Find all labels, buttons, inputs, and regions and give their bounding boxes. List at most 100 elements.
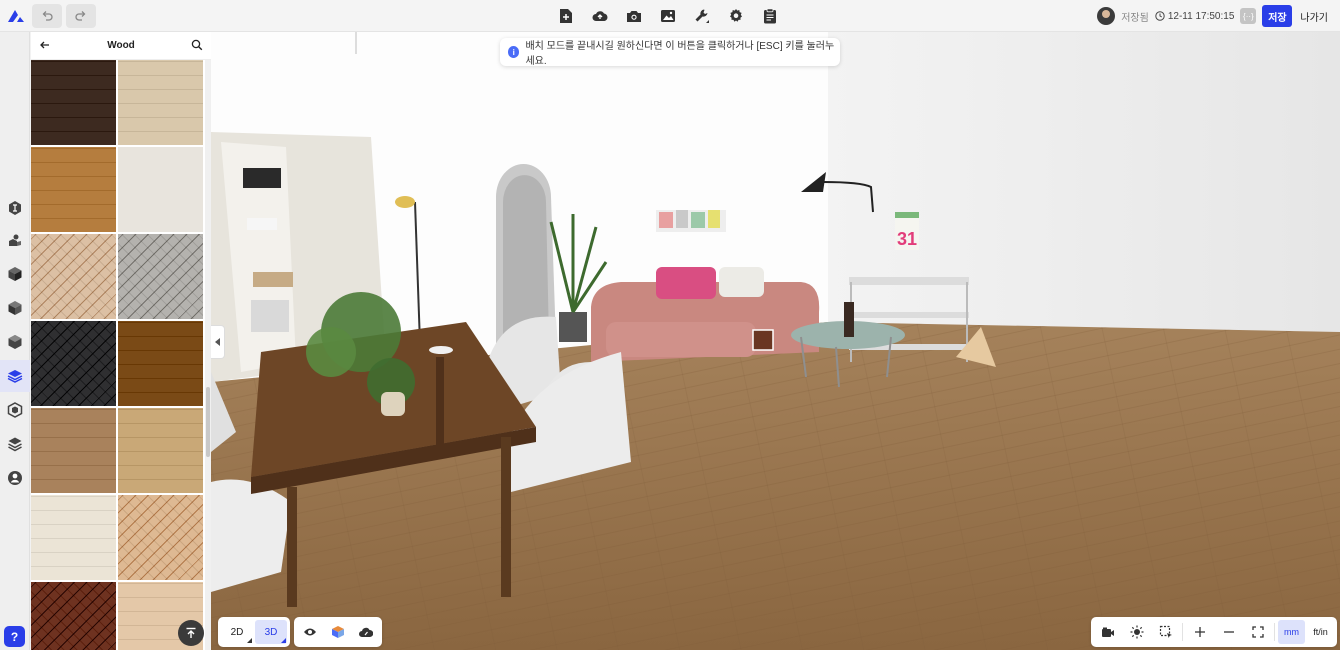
material-swatch[interactable] xyxy=(118,321,203,406)
screenshot-button[interactable] xyxy=(624,5,644,27)
render-mode-button[interactable] xyxy=(326,620,350,644)
cloud-upload-icon xyxy=(592,11,608,21)
cloud-upload-button[interactable] xyxy=(590,5,610,27)
help-button[interactable]: ? xyxy=(4,626,25,647)
top-right-group: 저장됨 12-11 17:50:15 {··} 저장 나가기 xyxy=(1097,4,1330,28)
redo-button[interactable] xyxy=(66,4,96,28)
material-swatch[interactable] xyxy=(118,147,203,232)
user-object-icon xyxy=(9,234,21,246)
chevron-left-icon xyxy=(214,338,220,346)
image-button[interactable] xyxy=(658,5,678,27)
box-icon xyxy=(8,267,22,281)
sun-icon xyxy=(1130,625,1144,639)
material-swatch[interactable] xyxy=(118,60,203,145)
cube-icon xyxy=(8,335,22,349)
new-file-button[interactable] xyxy=(556,5,576,27)
back-arrow-icon[interactable] xyxy=(39,39,51,51)
view-3d-label: 3D xyxy=(264,626,278,638)
material-grid xyxy=(31,60,204,650)
avatar[interactable] xyxy=(1097,7,1116,25)
clipboard-button[interactable] xyxy=(760,5,780,27)
save-button[interactable]: 저장 xyxy=(1262,5,1293,27)
box-alt-icon xyxy=(8,301,22,315)
sidebar-item-cube[interactable] xyxy=(5,332,25,352)
corner-indicator-icon xyxy=(281,638,286,643)
plus-icon xyxy=(1194,627,1205,637)
sidebar-item-box[interactable] xyxy=(5,264,25,284)
minus-icon xyxy=(1223,631,1234,633)
material-swatch[interactable] xyxy=(118,408,203,493)
material-swatch[interactable] xyxy=(31,147,116,232)
sidebar-item-user-object[interactable] xyxy=(5,230,25,250)
material-swatch[interactable] xyxy=(31,408,116,493)
material-swatch[interactable] xyxy=(31,321,116,406)
app-logo-icon[interactable] xyxy=(6,7,26,25)
settings-button[interactable] xyxy=(726,5,746,27)
camera-button[interactable] xyxy=(1094,620,1121,644)
wall-light-fixture[interactable] xyxy=(355,32,357,54)
unit-mm-button[interactable]: mm xyxy=(1278,620,1306,644)
lighting-mode-button[interactable] xyxy=(354,620,378,644)
sidebar-item-ai[interactable] xyxy=(5,198,25,218)
exit-button[interactable]: 나가기 xyxy=(1298,9,1330,24)
view-2d-button[interactable]: 2D xyxy=(221,620,253,644)
search-icon[interactable] xyxy=(191,39,203,51)
colored-cube-icon xyxy=(332,626,344,638)
zoom-in-button[interactable] xyxy=(1186,620,1213,644)
sidebar-item-person[interactable] xyxy=(5,468,25,488)
material-swatch[interactable] xyxy=(118,495,203,580)
placement-mode-toast[interactable]: i 배치 모드를 끝내시길 원하신다면 이 버튼을 클릭하거나 [ESC] 키를… xyxy=(500,38,840,67)
panel-header: Wood xyxy=(31,32,211,60)
panel-scrollbar-thumb[interactable] xyxy=(206,387,210,457)
zoom-out-button[interactable] xyxy=(1215,620,1242,644)
material-swatch[interactable] xyxy=(31,582,116,650)
undo-button[interactable] xyxy=(32,4,62,28)
material-layers-icon xyxy=(7,370,23,383)
stack-icon xyxy=(8,437,22,452)
new-file-icon xyxy=(560,9,572,23)
fit-view-button[interactable] xyxy=(1244,620,1271,644)
material-swatch[interactable] xyxy=(31,495,116,580)
divider xyxy=(1182,623,1184,641)
lighting-button[interactable] xyxy=(1123,620,1150,644)
sidebar-item-stack[interactable] xyxy=(5,434,25,454)
view-3d-button[interactable]: 3D xyxy=(255,620,287,644)
sidebar-item-box-alt[interactable] xyxy=(5,298,25,318)
corner-indicator-icon xyxy=(247,638,252,643)
material-swatch[interactable] xyxy=(118,234,203,319)
selection-icon xyxy=(1159,625,1172,638)
sidebar-item-hex-box[interactable] xyxy=(5,400,25,420)
info-icon: i xyxy=(508,46,520,58)
toast-message: 배치 모드를 끝내시길 원하신다면 이 버튼을 클릭하거나 [ESC] 키를 눌… xyxy=(525,41,835,67)
display-mode-group xyxy=(294,617,382,647)
embed-code-button[interactable]: {··} xyxy=(1240,8,1257,24)
left-icon-strip: ? xyxy=(0,32,30,650)
person-icon xyxy=(8,471,22,485)
wrench-icon xyxy=(695,9,709,23)
visibility-button[interactable] xyxy=(298,620,322,644)
sidebar-item-materials[interactable] xyxy=(0,360,30,392)
material-swatch[interactable] xyxy=(31,234,116,319)
tools-menu-button[interactable] xyxy=(692,5,712,27)
unit-ftin-button[interactable]: ft/in xyxy=(1307,620,1334,644)
3d-viewport[interactable]: 31 xyxy=(211,32,1340,650)
cloud-lighting-icon xyxy=(359,627,373,637)
code-icon: {··} xyxy=(1243,11,1254,21)
panel-title: Wood xyxy=(107,40,135,51)
select-area-button[interactable] xyxy=(1152,620,1179,644)
main-tools xyxy=(556,5,780,27)
material-swatch[interactable] xyxy=(31,60,116,145)
view-mode-switch: 2D 3D xyxy=(218,617,290,647)
camera-icon xyxy=(627,10,641,22)
wall-shelf-art[interactable] xyxy=(656,210,726,232)
selected-material-cursor[interactable] xyxy=(752,329,774,351)
panel-collapse-button[interactable] xyxy=(211,325,225,359)
material-panel: Wood xyxy=(31,32,211,650)
video-camera-icon xyxy=(1101,627,1114,637)
wall-calendar[interactable]: 31 xyxy=(895,212,919,250)
timestamp-text: 12-11 17:50:15 xyxy=(1167,10,1235,22)
eye-icon xyxy=(304,628,316,636)
scroll-to-top-button[interactable] xyxy=(178,620,204,646)
hex-box-icon xyxy=(7,402,23,418)
divider xyxy=(1274,623,1276,641)
